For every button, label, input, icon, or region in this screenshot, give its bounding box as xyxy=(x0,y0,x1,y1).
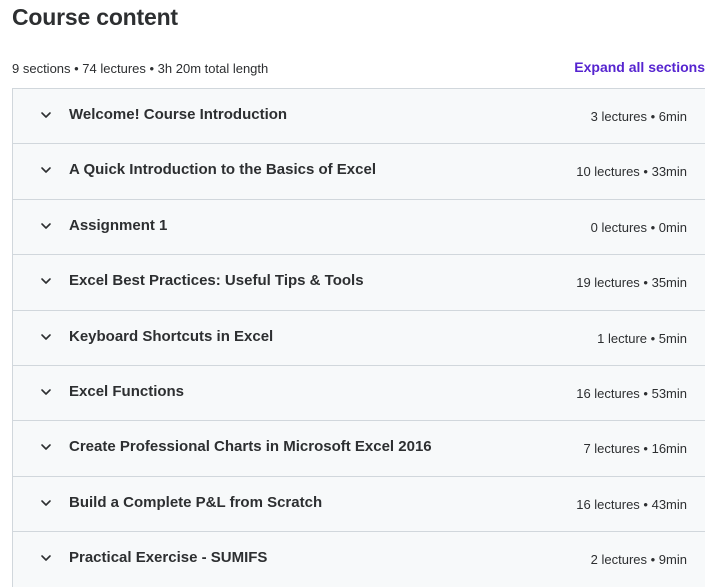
section-header[interactable]: Excel Functions 16 lectures • 53min xyxy=(13,365,705,422)
chevron-down-icon xyxy=(40,275,52,287)
section-meta: 19 lectures • 35min xyxy=(576,275,687,291)
course-summary: 9 sections • 74 lectures • 3h 20m total … xyxy=(12,61,269,76)
page-title: Course content xyxy=(12,4,178,30)
section-meta: 16 lectures • 53min xyxy=(576,385,687,401)
section-header[interactable]: Welcome! Course Introduction 3 lectures … xyxy=(13,89,705,145)
section-header[interactable]: Practical Exercise - SUMIFS 2 lectures •… xyxy=(13,532,705,587)
section-title: Welcome! Course Introduction xyxy=(69,106,288,123)
section-meta: 10 lectures • 33min xyxy=(576,164,687,180)
sections-list: Welcome! Course Introduction 3 lectures … xyxy=(12,88,705,587)
course-content-panel: Course content 9 sections • 74 lectures … xyxy=(0,0,705,587)
section-header[interactable]: Create Professional Charts in Microsoft … xyxy=(13,421,705,477)
chevron-down-icon xyxy=(40,441,52,453)
chevron-down-icon xyxy=(40,552,52,564)
section-header[interactable]: Keyboard Shortcuts in Excel 1 lecture • … xyxy=(13,310,705,366)
section-meta: 7 lectures • 16min xyxy=(583,441,687,457)
chevron-down-icon xyxy=(40,220,52,232)
section-title: Assignment 1 xyxy=(69,216,168,234)
section-title: Excel Best Practices: Useful Tips & Tool… xyxy=(69,272,364,290)
expand-all-sections-button[interactable]: Expand all sections xyxy=(574,59,705,75)
section-header[interactable]: Build a Complete P&L from Scratch 16 lec… xyxy=(13,476,705,533)
section-meta: 3 lectures • 6min xyxy=(590,109,687,124)
section-title: A Quick Introduction to the Basics of Ex… xyxy=(69,161,376,179)
section-meta: 0 lectures • 0min xyxy=(590,219,687,235)
section-meta: 1 lecture • 5min xyxy=(597,330,687,346)
section-header[interactable]: Assignment 1 0 lectures • 0min xyxy=(13,199,705,256)
section-header[interactable]: A Quick Introduction to the Basics of Ex… xyxy=(13,144,705,200)
chevron-down-icon xyxy=(40,331,52,343)
chevron-down-icon xyxy=(40,164,52,176)
section-title: Keyboard Shortcuts in Excel xyxy=(69,327,274,345)
section-title: Excel Functions xyxy=(69,382,185,400)
course-summary-row: 9 sections • 74 lectures • 3h 20m total … xyxy=(12,59,705,78)
section-meta: 16 lectures • 43min xyxy=(576,496,687,512)
chevron-down-icon xyxy=(40,497,52,509)
section-title: Build a Complete P&L from Scratch xyxy=(69,493,323,511)
section-title: Create Professional Charts in Microsoft … xyxy=(69,438,432,456)
section-meta: 2 lectures • 9min xyxy=(590,552,687,568)
section-header[interactable]: Excel Best Practices: Useful Tips & Tool… xyxy=(13,255,705,311)
chevron-down-icon xyxy=(40,109,52,121)
section-title: Practical Exercise - SUMIFS xyxy=(69,549,268,567)
chevron-down-icon xyxy=(40,386,52,398)
